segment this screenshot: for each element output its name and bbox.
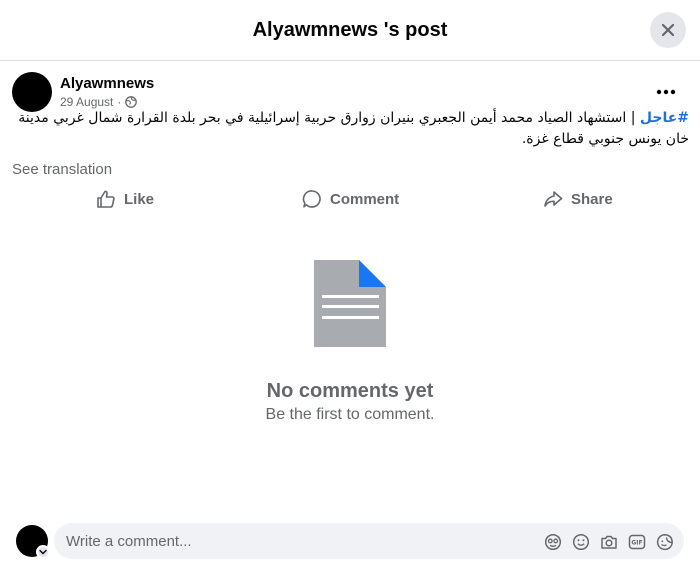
empty-state-subtitle: Be the first to comment. bbox=[265, 406, 435, 423]
post-actions: Like Comment Share bbox=[0, 184, 700, 214]
share-icon bbox=[544, 191, 563, 207]
emoji-button[interactable] bbox=[570, 531, 592, 553]
svg-text:GIF: GIF bbox=[631, 540, 642, 547]
comment-button[interactable]: Comment bbox=[302, 184, 399, 214]
comment-label: Comment bbox=[330, 190, 400, 208]
like-button[interactable]: Like bbox=[96, 184, 154, 214]
see-translation-link[interactable]: See translation bbox=[12, 161, 112, 178]
avatar-menu-button[interactable] bbox=[36, 545, 50, 559]
like-label: Like bbox=[124, 190, 155, 208]
comment-tools: GIF bbox=[542, 531, 676, 553]
dialog-title: Alyawmnews 's post bbox=[252, 18, 448, 41]
comment-input[interactable] bbox=[66, 523, 526, 559]
share-label: Share bbox=[571, 190, 613, 208]
empty-comments-illustration bbox=[0, 258, 700, 353]
post-hashtag[interactable]: #عاجل bbox=[640, 110, 689, 126]
close-icon bbox=[661, 23, 675, 37]
more-options-button[interactable] bbox=[652, 78, 680, 106]
chevron-down-icon bbox=[39, 549, 47, 555]
globe-icon bbox=[125, 96, 138, 108]
meta-separator: · bbox=[117, 95, 122, 109]
emoji-icon bbox=[572, 533, 590, 551]
avatar-sticker-button[interactable] bbox=[542, 531, 564, 553]
empty-state-title: No comments yet bbox=[266, 380, 434, 402]
camera-icon bbox=[601, 535, 617, 549]
post-meta: 29 August · bbox=[60, 95, 138, 109]
gif-icon: GIF bbox=[628, 534, 646, 550]
camera-button[interactable] bbox=[598, 531, 620, 553]
sticker-button[interactable] bbox=[654, 531, 676, 553]
author-avatar[interactable] bbox=[12, 72, 52, 112]
avatar-sticker-icon bbox=[544, 533, 562, 551]
post-body: #عاجل | استشهاد الصياد محمد أيمن الجعبري… bbox=[12, 108, 689, 150]
comment-icon bbox=[302, 190, 321, 208]
document-icon bbox=[314, 260, 386, 347]
post-text: | استشهاد الصياد محمد أيمن الجعبري بنيرا… bbox=[18, 110, 689, 147]
sticker-icon bbox=[656, 534, 673, 551]
dialog-header: Alyawmnews 's post bbox=[0, 0, 700, 61]
author-name[interactable]: Alyawmnews bbox=[60, 75, 154, 92]
comment-composer: GIF bbox=[0, 517, 700, 577]
close-button[interactable] bbox=[650, 12, 686, 48]
more-icon bbox=[656, 89, 676, 95]
like-icon bbox=[97, 190, 115, 208]
post-date[interactable]: 29 August bbox=[60, 95, 113, 109]
comment-box[interactable]: GIF bbox=[54, 523, 684, 559]
share-button[interactable]: Share bbox=[543, 184, 613, 214]
gif-button[interactable]: GIF bbox=[626, 531, 648, 553]
